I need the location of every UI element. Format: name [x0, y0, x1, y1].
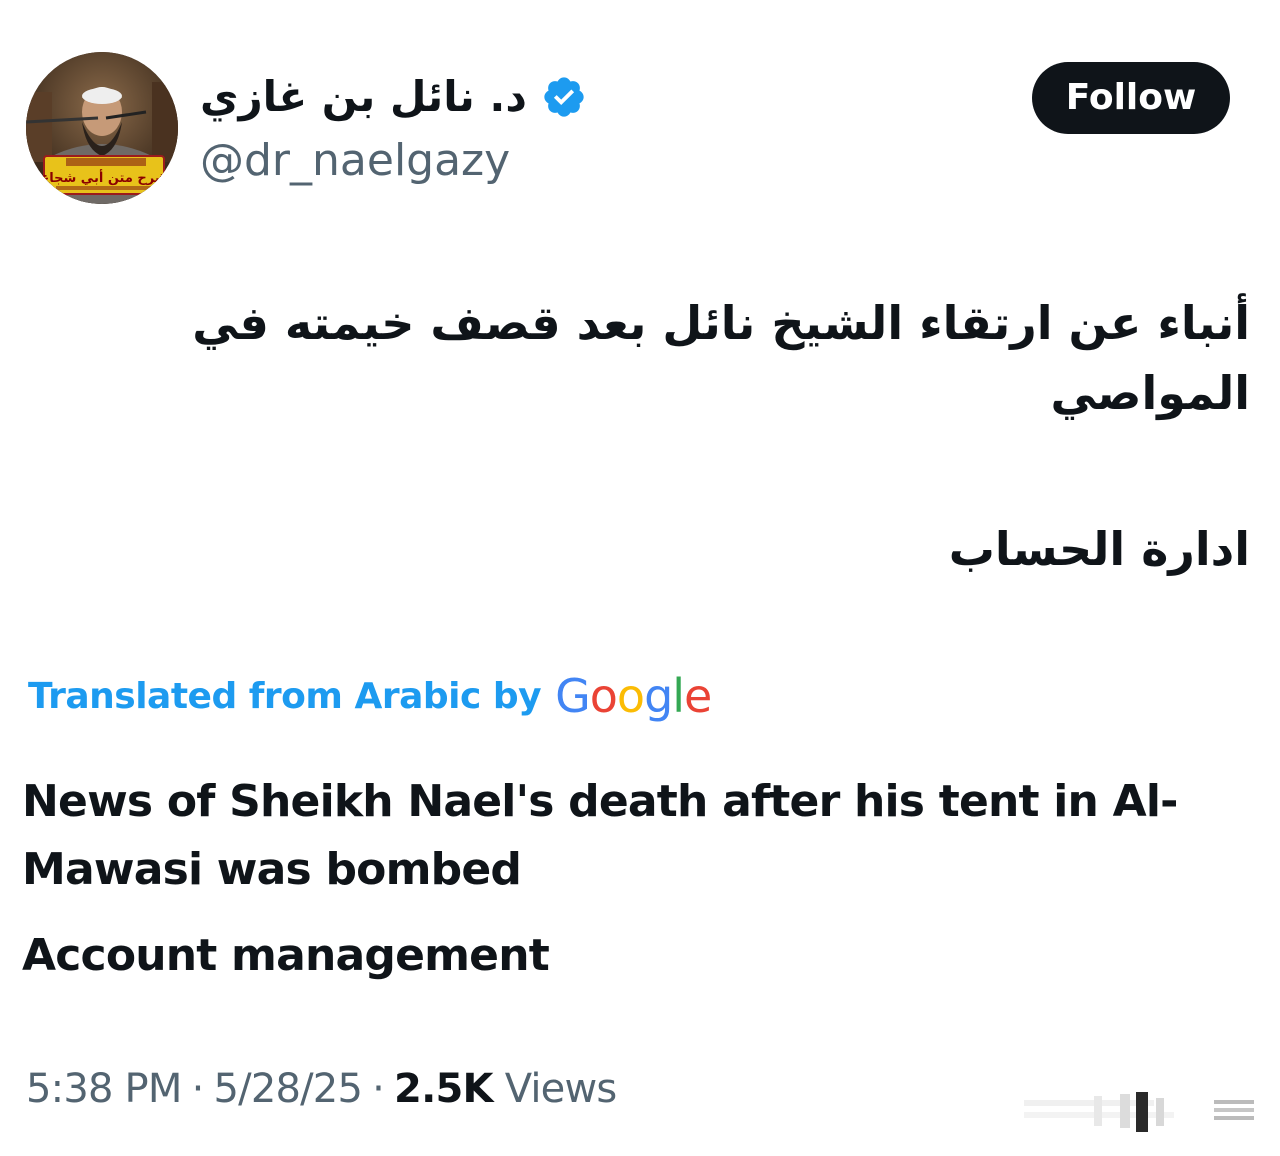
avatar-image: شرح متن أبي شجاع	[26, 52, 178, 204]
tweet: شرح متن أبي شجاع د. نائل بن غازي @dr_nae…	[0, 0, 1280, 1156]
tweet-meta: 5:38 PM · 5/28/25 · 2.5K Views	[26, 1058, 618, 1120]
avatar[interactable]: شرح متن أبي شجاع	[26, 52, 178, 204]
translation-attribution[interactable]: Translated from Arabic by Google	[28, 664, 712, 728]
verified-badge-icon	[544, 77, 584, 117]
author-name-row: د. نائل بن غازي	[200, 66, 587, 128]
meta-separator: ·	[372, 1066, 385, 1112]
author-handle[interactable]: @dr_naelgazy	[200, 132, 510, 190]
google-logo-text: Google	[555, 669, 712, 723]
tweet-text-arabic-signature: ادارة الحساب	[948, 522, 1250, 576]
author-display-name[interactable]: د. نائل بن غازي	[200, 66, 527, 128]
views-count[interactable]: 2.5K	[394, 1066, 493, 1112]
tweet-date[interactable]: 5/28/25	[214, 1066, 363, 1112]
avatar-banner-text: شرح متن أبي شجاع	[40, 169, 167, 186]
watermark-icon	[1024, 1092, 1254, 1132]
tweet-text-translated-signature: Account management	[22, 930, 550, 981]
views-label: Views	[504, 1066, 618, 1112]
meta-separator: ·	[191, 1066, 205, 1112]
tweet-text-translated: News of Sheikh Nael's death after his te…	[22, 776, 1178, 895]
google-logo: Google	[555, 664, 712, 728]
follow-button[interactable]: Follow	[1032, 62, 1230, 134]
tweet-text-arabic: أنباء عن ارتقاء الشيخ نائل بعد قصف خيمته…	[192, 296, 1250, 420]
translation-label: Translated from Arabic by	[28, 675, 542, 717]
tweet-time[interactable]: 5:38 PM	[26, 1066, 182, 1112]
